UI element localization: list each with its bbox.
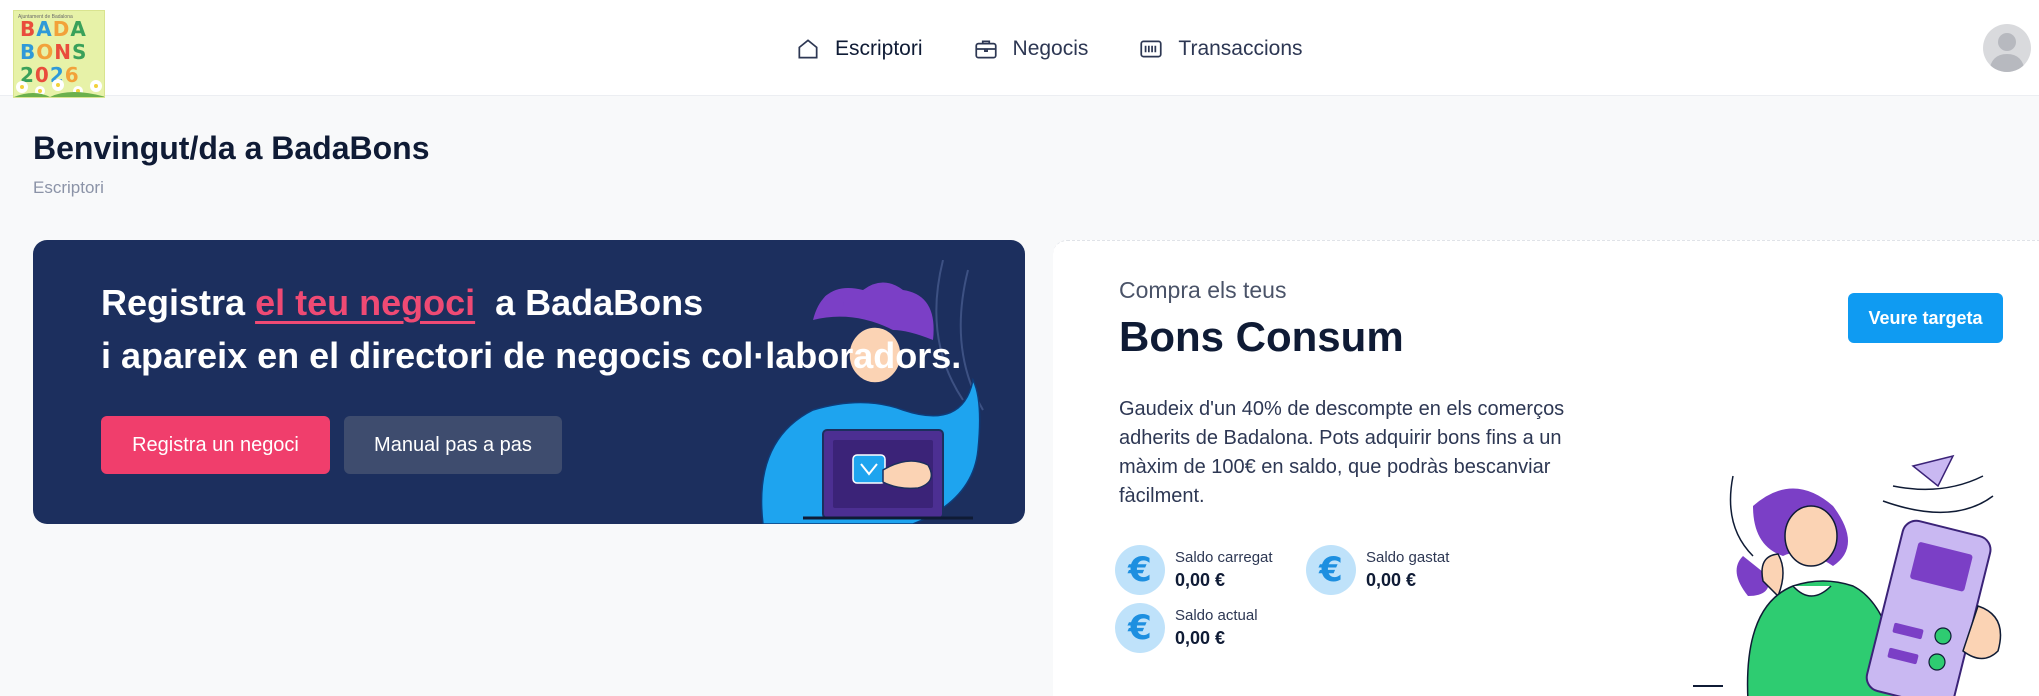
stat-label: Saldo actual	[1175, 607, 1258, 624]
page-title: Benvingut/da a BadaBons	[33, 130, 430, 166]
logo-line-1: BADA	[20, 17, 87, 41]
euro-icon: €	[1306, 545, 1356, 595]
bons-description: Gaudeix d'un 40% de descompte en els com…	[1119, 398, 1565, 507]
receipt-icon	[1140, 40, 1163, 58]
nav-label: Escriptori	[835, 37, 923, 60]
badabons-logo[interactable]: Ajuntament de Badalona BADA BONS 2026	[13, 10, 105, 98]
euro-icon: €	[1115, 545, 1165, 595]
nav-label: Transaccions	[1178, 37, 1303, 60]
register-business-button[interactable]: Registra un negoci	[101, 416, 330, 474]
nav-item-negocis[interactable]: Negocis	[973, 30, 1089, 68]
hero-suffix: a BadaBons	[475, 282, 704, 323]
stat-saldo-actual: € Saldo actual 0,00 €	[1115, 603, 1258, 653]
top-navbar: Ajuntament de Badalona BADA BONS 2026 Es…	[0, 0, 2039, 98]
person-with-laptop-illustration-icon	[760, 260, 984, 524]
flowers-decoration-icon	[14, 79, 104, 97]
view-card-button[interactable]: Veure targeta	[1848, 293, 2003, 343]
briefcase-icon	[974, 40, 997, 59]
euro-icon: €	[1115, 603, 1165, 653]
stat-label: Saldo carregat	[1175, 549, 1273, 566]
stat-value: 0,00 €	[1175, 628, 1226, 648]
home-icon	[798, 39, 818, 59]
stat-saldo-carregat: € Saldo carregat 0,00 €	[1115, 545, 1273, 595]
stat-label: Saldo gastat	[1366, 549, 1450, 566]
stat-saldo-gastat: € Saldo gastat 0,00 €	[1306, 545, 1449, 595]
manual-button[interactable]: Manual pas a pas	[344, 416, 562, 474]
register-business-card: Registra el teu negoci a BadaBons i apar…	[33, 240, 1025, 524]
bons-kicker: Compra els teus	[1119, 277, 1287, 303]
hero-heading-line-1: Registra el teu negoci a BadaBons	[101, 282, 703, 324]
user-icon	[1989, 33, 2025, 72]
nav-label: Negocis	[1012, 37, 1089, 60]
bons-title: Bons Consum	[1119, 313, 1404, 360]
bons-consum-card: Compra els teus Bons Consum Veure target…	[1053, 240, 2039, 696]
nav-item-escriptori[interactable]: Escriptori	[795, 30, 923, 68]
hero-prefix: Registra	[101, 282, 256, 323]
main-nav: Escriptori Negocis Transaccions	[795, 30, 1303, 68]
hero-highlight: el teu negoci	[255, 282, 476, 323]
stat-value: 0,00 €	[1175, 570, 1226, 590]
breadcrumb: Escriptori	[33, 178, 104, 197]
user-avatar[interactable]	[1983, 24, 2031, 72]
person-with-phone-illustration-icon	[1693, 454, 2002, 696]
hero-heading-line-2: i apareix en el directori de negocis col…	[101, 335, 962, 376]
nav-item-transaccions[interactable]: Transaccions	[1138, 30, 1303, 68]
stat-value: 0,00 €	[1366, 570, 1417, 590]
logo-line-2: BONS	[20, 40, 88, 64]
